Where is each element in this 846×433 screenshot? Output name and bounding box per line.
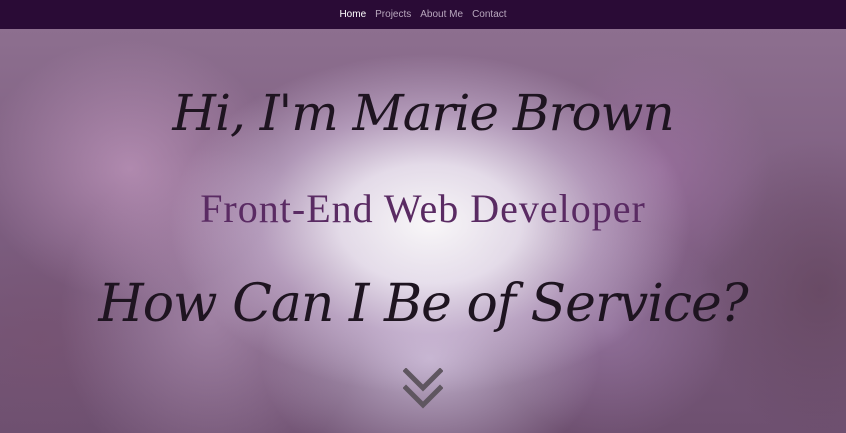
top-navbar: Home Projects About Me Contact [0,0,846,29]
hero-tagline: How Can I Be of Service? [98,274,748,334]
hero-role: Front-End Web Developer [200,186,646,231]
hero-greeting: Hi, I'm Marie Brown [172,84,674,142]
scroll-down-button[interactable] [403,368,443,410]
hero-section: Hi, I'm Marie Brown Front-End Web Develo… [0,29,846,433]
nav-link-home[interactable]: Home [339,9,366,20]
nav-link-contact[interactable]: Contact [472,9,506,20]
double-chevron-down-icon [403,368,443,409]
nav-link-about-me[interactable]: About Me [420,9,463,20]
nav-links: Home Projects About Me Contact [339,9,506,20]
nav-link-projects[interactable]: Projects [375,9,411,20]
